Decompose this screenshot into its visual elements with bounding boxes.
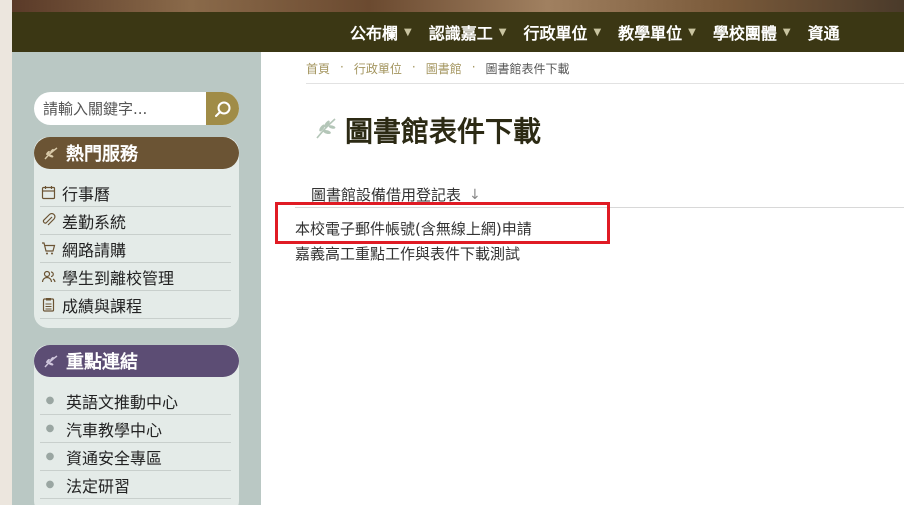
leaf-icon (42, 145, 60, 161)
breadcrumb: 首頁 · 行政單位 · 圖書館 · 圖書館表件下載 (306, 60, 570, 77)
sidebar-item-calendar[interactable]: 行事曆 (40, 179, 231, 207)
search-button[interactable] (206, 92, 239, 125)
sidebar-item-label: 法定研習 (66, 476, 131, 496)
breadcrumb-current: 圖書館表件下載 (485, 62, 570, 76)
nav-item-admin[interactable]: 行政單位 ▼ (523, 20, 610, 44)
chevron-down-icon: ▼ (593, 26, 602, 38)
nav-label: 教學單位 (618, 24, 683, 43)
nav-label: 資通 (807, 24, 840, 43)
breadcrumb-divider (306, 83, 904, 84)
bullet-icon: ● (45, 395, 55, 406)
breadcrumb-link-home[interactable]: 首頁 (306, 60, 330, 77)
bullet-icon: ● (45, 479, 55, 490)
leaf-icon (313, 115, 339, 145)
row-link-key-work-test[interactable]: 嘉義高工重點工作與表件下載測試 (295, 245, 520, 263)
chevron-down-icon: ▼ (498, 26, 507, 38)
chevron-down-icon: ▼ (782, 26, 791, 38)
breadcrumb-link-library[interactable]: 圖書館 (426, 60, 462, 77)
nav-label: 學校團體 (712, 24, 777, 43)
nav-label: 認識嘉工 (428, 24, 493, 43)
calendar-icon (40, 185, 56, 201)
nav-item-about[interactable]: 認識嘉工 ▼ (429, 20, 516, 44)
page-title-wrap: 圖書館表件下載 (313, 110, 541, 150)
sort-arrow-down-icon[interactable]: ↓ (469, 187, 481, 203)
sidebar-item-label: 網路請購 (62, 240, 127, 260)
table-row[interactable]: 嘉義高工重點工作與表件下載測試 (295, 243, 520, 264)
hot-services-title: 熱門服務 (66, 144, 138, 165)
cart-icon (40, 241, 56, 257)
main-content: 首頁 · 行政單位 · 圖書館 · 圖書館表件下載 圖書館表件下載 圖書館設備借… (261, 52, 904, 505)
page-title: 圖書館表件下載 (345, 115, 542, 148)
nav-label: 行政單位 (523, 24, 588, 43)
sidebar-item-label: 汽車教學中心 (66, 420, 163, 440)
sidebar: 熱門服務 行事曆 差勤系統 網路請購 學生到離校管理 成績與課程 重點連結 (12, 52, 261, 505)
header-banner-image (12, 0, 904, 12)
sidebar-item-label: 資通安全專區 (66, 448, 163, 468)
sidebar-item-label: 行事曆 (62, 184, 111, 204)
sidebar-item-label: 差勤系統 (62, 212, 127, 232)
nav-item-groups[interactable]: 學校團體 ▼ (713, 20, 800, 44)
sidebar-item-legal-training[interactable]: ● 法定研習 (40, 471, 231, 499)
sidebar-item-attendance[interactable]: 差勤系統 (40, 207, 231, 235)
key-links-title: 重點連結 (66, 352, 138, 373)
leaf-icon (42, 353, 60, 369)
breadcrumb-link-admin[interactable]: 行政單位 (354, 60, 402, 77)
sidebar-item-label: 英語文推動中心 (66, 392, 179, 412)
search-box (34, 92, 239, 125)
sidebar-item-label: 成績與課程 (62, 296, 143, 316)
nav-item-teaching[interactable]: 教學單位 ▼ (618, 20, 705, 44)
key-links-header: 重點連結 (34, 345, 239, 377)
red-highlight-box (275, 202, 610, 244)
sidebar-item-purchase[interactable]: 網路請購 (40, 235, 231, 263)
sidebar-item-label: 學生到離校管理 (62, 268, 175, 288)
sidebar-item-infosec-zone[interactable]: ● 資通安全專區 (40, 443, 231, 471)
breadcrumb-separator: · (340, 60, 344, 74)
hot-services-header: 熱門服務 (34, 137, 239, 169)
search-icon (214, 101, 230, 117)
breadcrumb-separator: · (411, 60, 416, 74)
breadcrumb-separator: · (471, 60, 476, 74)
paperclip-icon (40, 213, 56, 229)
sidebar-item-student-arrival[interactable]: 學生到離校管理 (40, 263, 231, 291)
sidebar-item-grades[interactable]: 成績與課程 (40, 291, 231, 319)
search-input[interactable] (34, 92, 206, 125)
chevron-down-icon: ▼ (688, 26, 696, 38)
nav-item-bulletin[interactable]: 公布欄 ▼ (350, 20, 421, 44)
bullet-icon: ● (45, 451, 55, 462)
clipboard-icon (40, 297, 56, 313)
sidebar-item-english-center[interactable]: ● 英語文推動中心 (40, 387, 231, 415)
users-icon (40, 269, 56, 285)
main-navbar: 公布欄 ▼ 認識嘉工 ▼ 行政單位 ▼ 教學單位 ▼ 學校團體 ▼ 資通 (12, 12, 904, 52)
nav-item-infosec[interactable]: 資通 (808, 20, 849, 44)
key-links-panel: 重點連結 ● 英語文推動中心 ● 汽車教學中心 ● 資通安全專區 ● 法定研習 (34, 345, 239, 505)
chevron-down-icon: ▼ (404, 26, 412, 38)
sidebar-item-auto-center[interactable]: ● 汽車教學中心 (40, 415, 231, 443)
hot-services-panel: 熱門服務 行事曆 差勤系統 網路請購 學生到離校管理 成績與課程 (34, 137, 239, 328)
nav-label: 公布欄 (350, 24, 399, 43)
bullet-icon: ● (45, 423, 55, 434)
